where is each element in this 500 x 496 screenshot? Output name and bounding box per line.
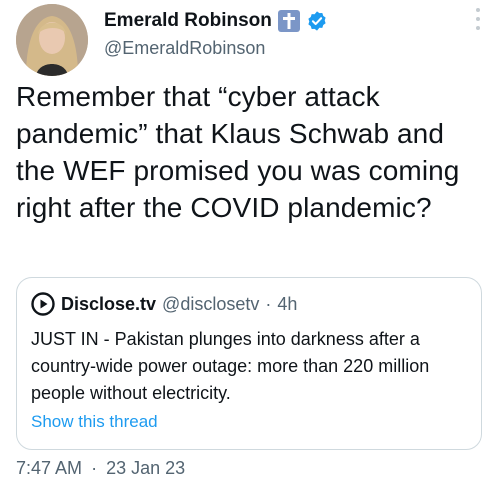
quoted-handle[interactable]: @disclosetv xyxy=(162,294,259,315)
avatar-image xyxy=(16,4,88,76)
handle[interactable]: @EmeraldRobinson xyxy=(104,38,265,59)
tweet-date[interactable]: 23 Jan 23 xyxy=(106,458,185,478)
display-name[interactable]: Emerald Robinson xyxy=(104,10,272,32)
quoted-time[interactable]: 4h xyxy=(277,294,297,315)
quoted-tweet-text: JUST IN - Pakistan plunges into darkness… xyxy=(31,329,430,403)
tweet-text: Remember that “cyber attack pandemic” th… xyxy=(16,81,460,223)
cross-icon xyxy=(277,10,300,32)
show-thread-link[interactable]: Show this thread xyxy=(31,412,158,432)
play-logo-icon xyxy=(31,292,55,316)
more-options-icon[interactable] xyxy=(472,8,484,30)
verified-icon xyxy=(308,11,326,31)
quoted-tweet-header: Disclose.tv @disclosetv · 4h xyxy=(31,292,297,316)
quoted-display-name[interactable]: Disclose.tv xyxy=(61,294,156,315)
name-row: Emerald Robinson xyxy=(104,10,328,32)
meta-separator: · xyxy=(91,458,98,478)
tweet-meta: 7:47 AM · 23 Jan 23 xyxy=(16,458,189,479)
tweet: Emerald Robinson @EmeraldRobinson Rememb… xyxy=(0,0,500,496)
quoted-tweet[interactable]: Disclose.tv @disclosetv · 4h JUST IN - P… xyxy=(16,277,482,450)
tweet-time[interactable]: 7:47 AM xyxy=(16,458,82,478)
quoted-separator: · xyxy=(265,293,272,314)
avatar[interactable] xyxy=(16,4,88,76)
tweet-header: Emerald Robinson @EmeraldRobinson xyxy=(16,4,484,76)
